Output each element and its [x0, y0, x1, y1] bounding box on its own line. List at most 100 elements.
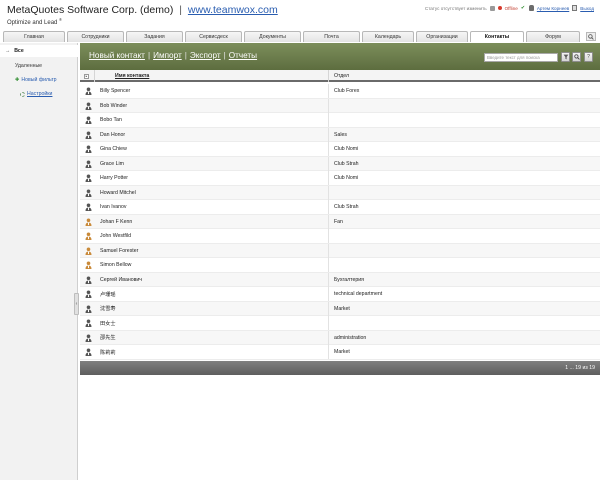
column-header-department[interactable]: Отдел	[334, 70, 349, 82]
status-link[interactable]: Статус отсутствует изменить	[425, 6, 487, 11]
import-link[interactable]: Импорт	[153, 51, 182, 60]
offline-status[interactable]: Offline	[505, 6, 518, 11]
column-divider	[328, 185, 329, 200]
magnifier-icon	[573, 54, 580, 60]
contact-person-icon	[85, 160, 92, 168]
column-divider	[328, 200, 329, 214]
new-filter-link[interactable]: ✚ Новый фильтр	[0, 74, 78, 86]
contact-name[interactable]: 陈莉莉	[100, 345, 116, 359]
help-button[interactable]: ?	[584, 52, 593, 62]
contact-person-icon	[85, 232, 92, 240]
column-divider	[328, 345, 329, 359]
contact-name[interactable]: 邵先生	[100, 331, 116, 345]
table-row[interactable]: Harry Potter Club Nomi	[80, 171, 600, 186]
table-row[interactable]: Howard Mitchel	[80, 185, 600, 200]
settings-link[interactable]: Настройки	[0, 88, 78, 100]
table-row[interactable]: Ivan Ivanov Club Strah	[80, 200, 600, 215]
contact-department: Club Forex	[334, 88, 360, 94]
column-divider	[328, 272, 329, 287]
new-contact-link[interactable]: Новый контакт	[89, 51, 145, 60]
table-row[interactable]: 田女士	[80, 316, 600, 331]
column-divider	[328, 142, 329, 156]
contact-name[interactable]: Samuel Forester	[100, 244, 138, 258]
table-row[interactable]: Samuel Forester	[80, 243, 600, 258]
table-row[interactable]: 邵先生 administration	[80, 330, 600, 345]
company-name: MetaQuotes Software Corp. (demo)	[7, 4, 174, 16]
table-row[interactable]: Johan F Kenn Fan	[80, 214, 600, 229]
table-row[interactable]: Сергей Иванович Бухгалтерия	[80, 272, 600, 287]
contact-department: Бухгалтерия	[334, 276, 364, 283]
table-row[interactable]: Gina Chiew Club Nomi	[80, 142, 600, 157]
website-link[interactable]: www.teamwox.com	[188, 4, 278, 16]
notes-icon[interactable]	[489, 5, 495, 11]
select-all-toggle[interactable]: ▸	[84, 70, 92, 82]
contact-name[interactable]: Bobo Tan	[100, 113, 122, 127]
tab-tasks[interactable]: Задания	[126, 31, 183, 42]
exit-icon[interactable]	[572, 5, 578, 11]
contact-person-icon	[85, 87, 92, 95]
tab-home[interactable]: Главная	[3, 31, 65, 42]
export-link[interactable]: Экспорт	[190, 51, 221, 60]
contact-name[interactable]: Gina Chiew	[100, 142, 127, 156]
table-row[interactable]: 陈莉莉 Market	[80, 345, 600, 360]
table-row[interactable]: Simon Bellow	[80, 258, 600, 273]
tab-documents[interactable]: Документы	[244, 31, 301, 42]
column-divider	[328, 316, 329, 330]
contact-name[interactable]: Johan F Kenn	[100, 215, 132, 229]
company-title: MetaQuotes Software Corp. (demo) | www.t…	[7, 4, 278, 16]
tab-calendar[interactable]: Календарь	[362, 31, 414, 42]
contact-name[interactable]: 卢珊瑶	[100, 287, 116, 301]
column-divider	[328, 127, 329, 142]
filter-button[interactable]	[561, 52, 570, 62]
contact-department: Club Strah	[334, 160, 359, 167]
new-filter-label: Новый фильтр	[21, 77, 57, 83]
table-row[interactable]: 卢珊瑶 technical department	[80, 287, 600, 302]
table-row[interactable]: Dan Honor Sales	[80, 127, 600, 142]
table-row[interactable]: John Westfild	[80, 229, 600, 244]
table-header: ▸ Имя контакта Отдел	[80, 70, 600, 82]
contact-name[interactable]: Dan Honor	[100, 128, 125, 142]
contacts-toolbar: Новый контакт | Импорт | Экспорт | Отчеты Введ…	[80, 43, 600, 70]
column-header-name[interactable]: Имя контакта	[115, 70, 149, 82]
chevron-left-icon: ‹	[75, 301, 78, 307]
contact-name[interactable]: Simon Bellow	[100, 258, 131, 272]
contact-person-icon	[85, 131, 92, 139]
advanced-search-button[interactable]	[572, 52, 581, 62]
contact-name[interactable]: Сергей Иванович	[100, 273, 142, 287]
table-row[interactable]: Billy Spencer Club Forex	[80, 84, 600, 99]
contact-name[interactable]: Billy Spencer	[100, 84, 130, 98]
sidebar-item-deleted[interactable]: Удаленные	[0, 60, 78, 72]
table-row[interactable]: Grace Lim Club Strah	[80, 156, 600, 171]
title-separator: |	[179, 4, 182, 16]
tab-forum[interactable]: Форум	[526, 31, 580, 42]
contact-department: Market	[334, 349, 350, 355]
tab-employees[interactable]: Сотрудники	[67, 31, 124, 42]
contact-department: Market	[334, 305, 350, 312]
tab-contacts[interactable]: Контакты	[470, 31, 524, 42]
column-divider	[328, 229, 329, 243]
search-input[interactable]: Введите текст для поиска	[484, 53, 558, 62]
checkmark-icon[interactable]: ✔	[521, 5, 526, 11]
contact-name[interactable]: Harry Potter	[100, 171, 128, 185]
contact-name[interactable]: 沈雪寿	[100, 302, 116, 316]
tab-servicedesk[interactable]: Сервисдеск	[185, 31, 242, 42]
contact-name[interactable]: Ivan Ivanov	[100, 200, 127, 214]
sidebar-item-all[interactable]: → Все	[0, 45, 78, 57]
contact-name[interactable]: Howard Mitchel	[100, 186, 136, 200]
table-row[interactable]: 沈雪寿 Market	[80, 301, 600, 316]
contact-name[interactable]: John Westfild	[100, 229, 131, 243]
table-row[interactable]: Bob Winder	[80, 98, 600, 113]
exit-link[interactable]: Выход	[580, 6, 594, 11]
contact-name[interactable]: 田女士	[100, 316, 116, 330]
sidebar-collapse-handle[interactable]: ‹	[74, 293, 79, 315]
table-row[interactable]: Bobo Tan	[80, 113, 600, 128]
pagination[interactable]: 1 ... 19 из 19	[565, 361, 595, 375]
column-divider	[328, 70, 329, 82]
reports-link[interactable]: Отчеты	[229, 51, 257, 60]
tab-organizations[interactable]: Организации	[416, 31, 468, 42]
contact-name[interactable]: Grace Lim	[100, 157, 124, 171]
global-search-button[interactable]	[586, 32, 596, 41]
contact-name[interactable]: Bob Winder	[100, 99, 127, 113]
user-name-link[interactable]: Артем Корнеев	[537, 6, 569, 11]
tab-mail[interactable]: Почта	[303, 31, 360, 42]
